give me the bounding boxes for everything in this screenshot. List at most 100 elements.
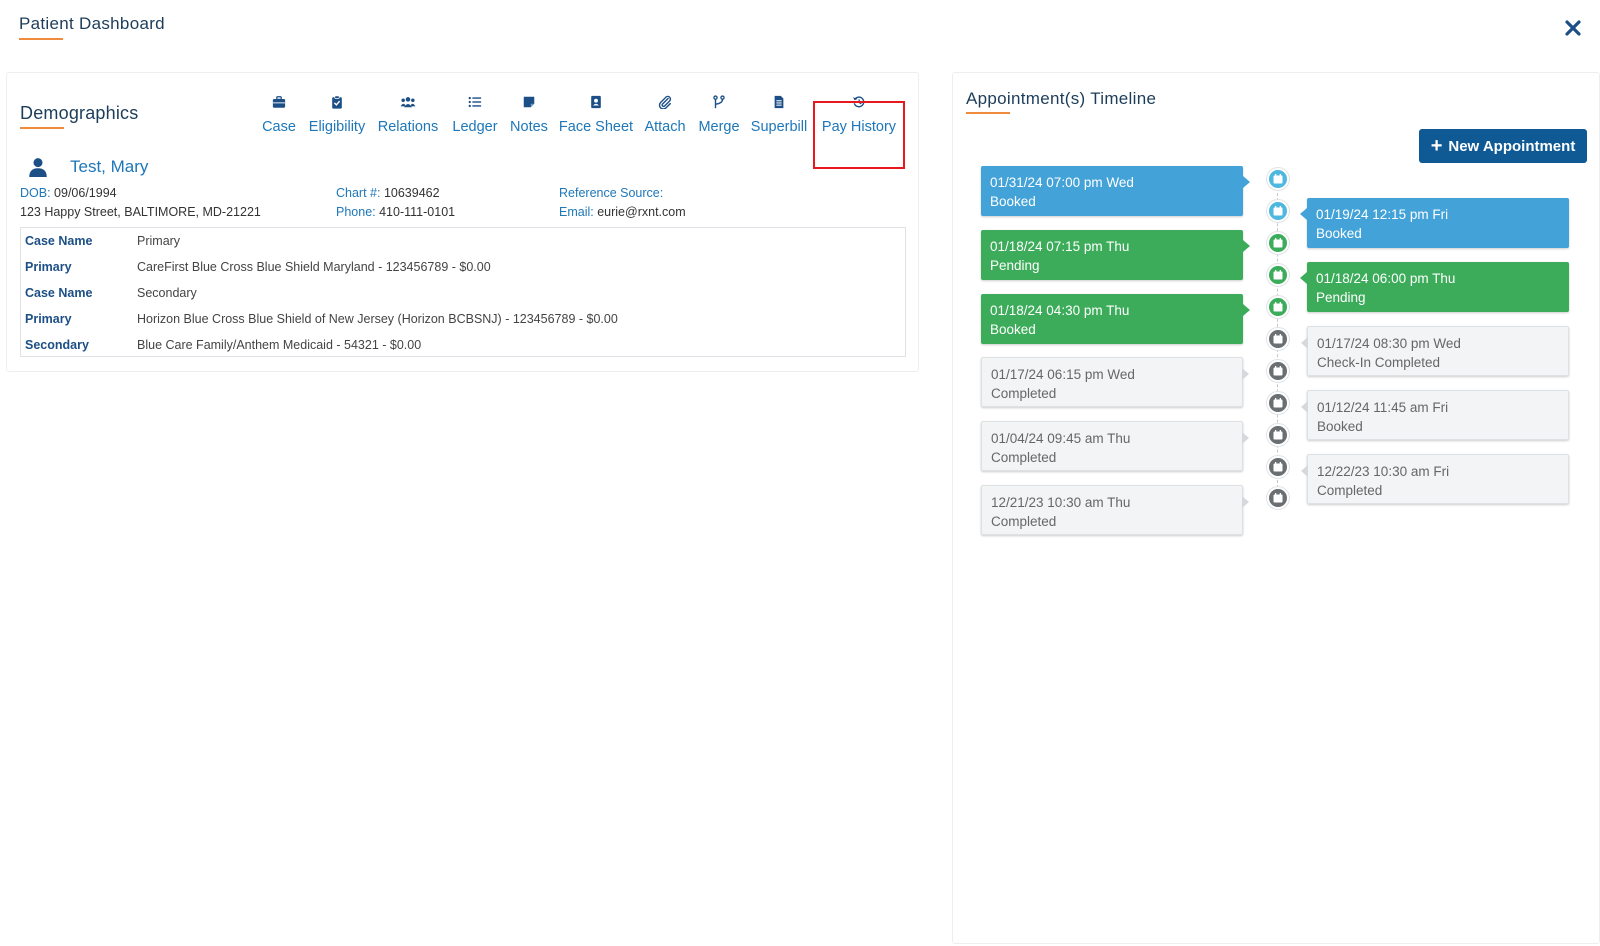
appointment-timeline-card: Appointment(s) Timeline + New Appointment… [952, 72, 1600, 944]
dob-value: 09/06/1994 [54, 186, 117, 200]
user-icon [29, 158, 47, 177]
appointment-status: Booked [990, 194, 1036, 209]
appointment-card[interactable]: 01/12/24 11:45 am Fri Booked [1301, 390, 1569, 440]
calendar-icon [1267, 424, 1289, 446]
plus-icon: + [1430, 134, 1443, 157]
face-sheet-label: Face Sheet [558, 119, 634, 135]
case-value: Primary [137, 234, 181, 248]
phone-line: Phone: 410-111-0101 [336, 205, 455, 219]
case-label: Case [262, 119, 296, 135]
appointment-card[interactable]: 01/31/24 07:00 pm Wed Booked [981, 166, 1250, 216]
dob-label: DOB: [20, 186, 51, 200]
calendar-icon [1267, 487, 1289, 509]
appointment-status: Completed [991, 386, 1057, 401]
title-underline [19, 38, 63, 40]
calendar-icon [1267, 232, 1289, 254]
appointment-status: Booked [1316, 226, 1362, 241]
calendar-icon [1267, 360, 1289, 382]
merge-icon [695, 95, 743, 115]
appointment-card[interactable]: 12/21/23 10:30 am Thu Completed [981, 485, 1249, 535]
case-button[interactable]: Case [261, 93, 297, 141]
demographics-underline [20, 127, 64, 129]
demographics-title: Demographics [20, 103, 139, 123]
calendar-icon [1267, 168, 1289, 190]
case-row: Primary Horizon Blue Cross Blue Shield o… [21, 306, 905, 332]
case-table: Case Name Primary Primary CareFirst Blue… [20, 227, 906, 357]
merge-label: Merge [698, 119, 740, 135]
calendar-icon [1267, 200, 1289, 222]
new-appointment-button[interactable]: + New Appointment [1419, 129, 1587, 163]
case-row: Secondary Blue Care Family/Anthem Medica… [21, 332, 905, 358]
appointment-date: 01/18/24 07:15 pm Thu [990, 239, 1130, 254]
relations-button[interactable]: Relations [374, 93, 442, 141]
appointment-date: 01/17/24 06:15 pm Wed [991, 367, 1135, 382]
reference-label: Reference Source: [559, 186, 664, 200]
appointment-card[interactable]: 01/04/24 09:45 am Thu Completed [981, 421, 1249, 471]
close-icon[interactable] [1561, 16, 1585, 40]
contact-card-icon [557, 95, 635, 115]
appointment-status: Completed [991, 514, 1057, 529]
timeline-title: Appointment(s) Timeline [966, 89, 1157, 108]
eligibility-button[interactable]: Eligibility [304, 93, 370, 141]
appointment-status: Completed [991, 450, 1057, 465]
email-value: eurie@rxnt.com [597, 205, 686, 219]
appointment-status: Booked [990, 322, 1036, 337]
appointment-card[interactable]: 01/19/24 12:15 pm Fri Booked [1300, 198, 1569, 248]
appointment-date: 12/21/23 10:30 am Thu [991, 495, 1131, 510]
phone-label: Phone: [336, 205, 376, 219]
email-label: Email: [559, 205, 594, 219]
ledger-button[interactable]: Ledger [449, 93, 501, 141]
calendar-icon [1267, 264, 1289, 286]
appointment-status: Completed [1317, 483, 1383, 498]
eligibility-label: Eligibility [308, 119, 366, 135]
briefcase-icon [261, 95, 297, 115]
appointment-card[interactable]: 01/17/24 08:30 pm Wed Check-In Completed [1301, 326, 1569, 376]
case-key: Primary [25, 312, 72, 326]
patient-name[interactable]: Test, Mary [70, 157, 148, 177]
chart-line: Chart #: 10639462 [336, 186, 440, 200]
paperclip-icon [640, 95, 690, 115]
calendar-icon [1267, 456, 1289, 478]
appointment-date: 01/18/24 06:00 pm Thu [1316, 271, 1456, 286]
close-button[interactable] [1561, 16, 1585, 40]
case-key: Case Name [25, 234, 93, 248]
case-value: CareFirst Blue Cross Blue Shield Marylan… [137, 260, 491, 274]
case-key: Primary [25, 260, 72, 274]
attach-label: Attach [644, 119, 686, 135]
reference-line: Reference Source: [559, 186, 663, 200]
case-key: Secondary [25, 338, 89, 352]
appointment-card[interactable]: 12/22/23 10:30 am Fri Completed [1301, 454, 1569, 504]
case-key: Case Name [25, 286, 93, 300]
merge-button[interactable]: Merge [695, 93, 743, 141]
appointment-date: 01/31/24 07:00 pm Wed [990, 175, 1134, 190]
appointment-status: Check-In Completed [1317, 355, 1441, 370]
appointment-card[interactable]: 01/18/24 04:30 pm Thu Booked [981, 294, 1250, 344]
case-row: Primary CareFirst Blue Cross Blue Shield… [21, 254, 905, 280]
case-value: Horizon Blue Cross Blue Shield of New Je… [137, 312, 618, 326]
case-value: Blue Care Family/Anthem Medicaid - 54321… [137, 338, 422, 352]
sticky-note-icon [507, 95, 551, 115]
case-row: Case Name Primary [21, 228, 905, 254]
relations-label: Relations [377, 119, 439, 135]
appointment-card[interactable]: 01/18/24 07:15 pm Thu Pending [981, 230, 1250, 280]
demographics-card: Demographics Case Eligibility Relations … [6, 72, 919, 372]
appointment-status: Pending [990, 258, 1040, 273]
appointment-card[interactable]: 01/17/24 06:15 pm Wed Completed [981, 357, 1249, 407]
notes-button[interactable]: Notes [507, 93, 551, 141]
appointment-status: Pending [1316, 290, 1366, 305]
calendar-icon [1267, 328, 1289, 350]
superbill-label: Superbill [750, 119, 808, 135]
email-line: Email: eurie@rxnt.com [559, 205, 686, 219]
address-value: 123 Happy Street, BALTIMORE, MD-21221 [20, 205, 261, 219]
document-icon [748, 95, 810, 115]
appointment-date: 01/12/24 11:45 am Fri [1317, 400, 1449, 415]
calendar-icon [1267, 392, 1289, 414]
timeline-underline [966, 112, 1010, 114]
superbill-button[interactable]: Superbill [748, 93, 810, 141]
appointment-card[interactable]: 01/18/24 06:00 pm Thu Pending [1300, 262, 1569, 312]
appointment-date: 01/04/24 09:45 am Thu [991, 431, 1131, 446]
attach-button[interactable]: Attach [640, 93, 690, 141]
face-sheet-button[interactable]: Face Sheet [557, 93, 635, 141]
list-icon [449, 95, 501, 115]
appointment-status: Booked [1317, 419, 1363, 434]
